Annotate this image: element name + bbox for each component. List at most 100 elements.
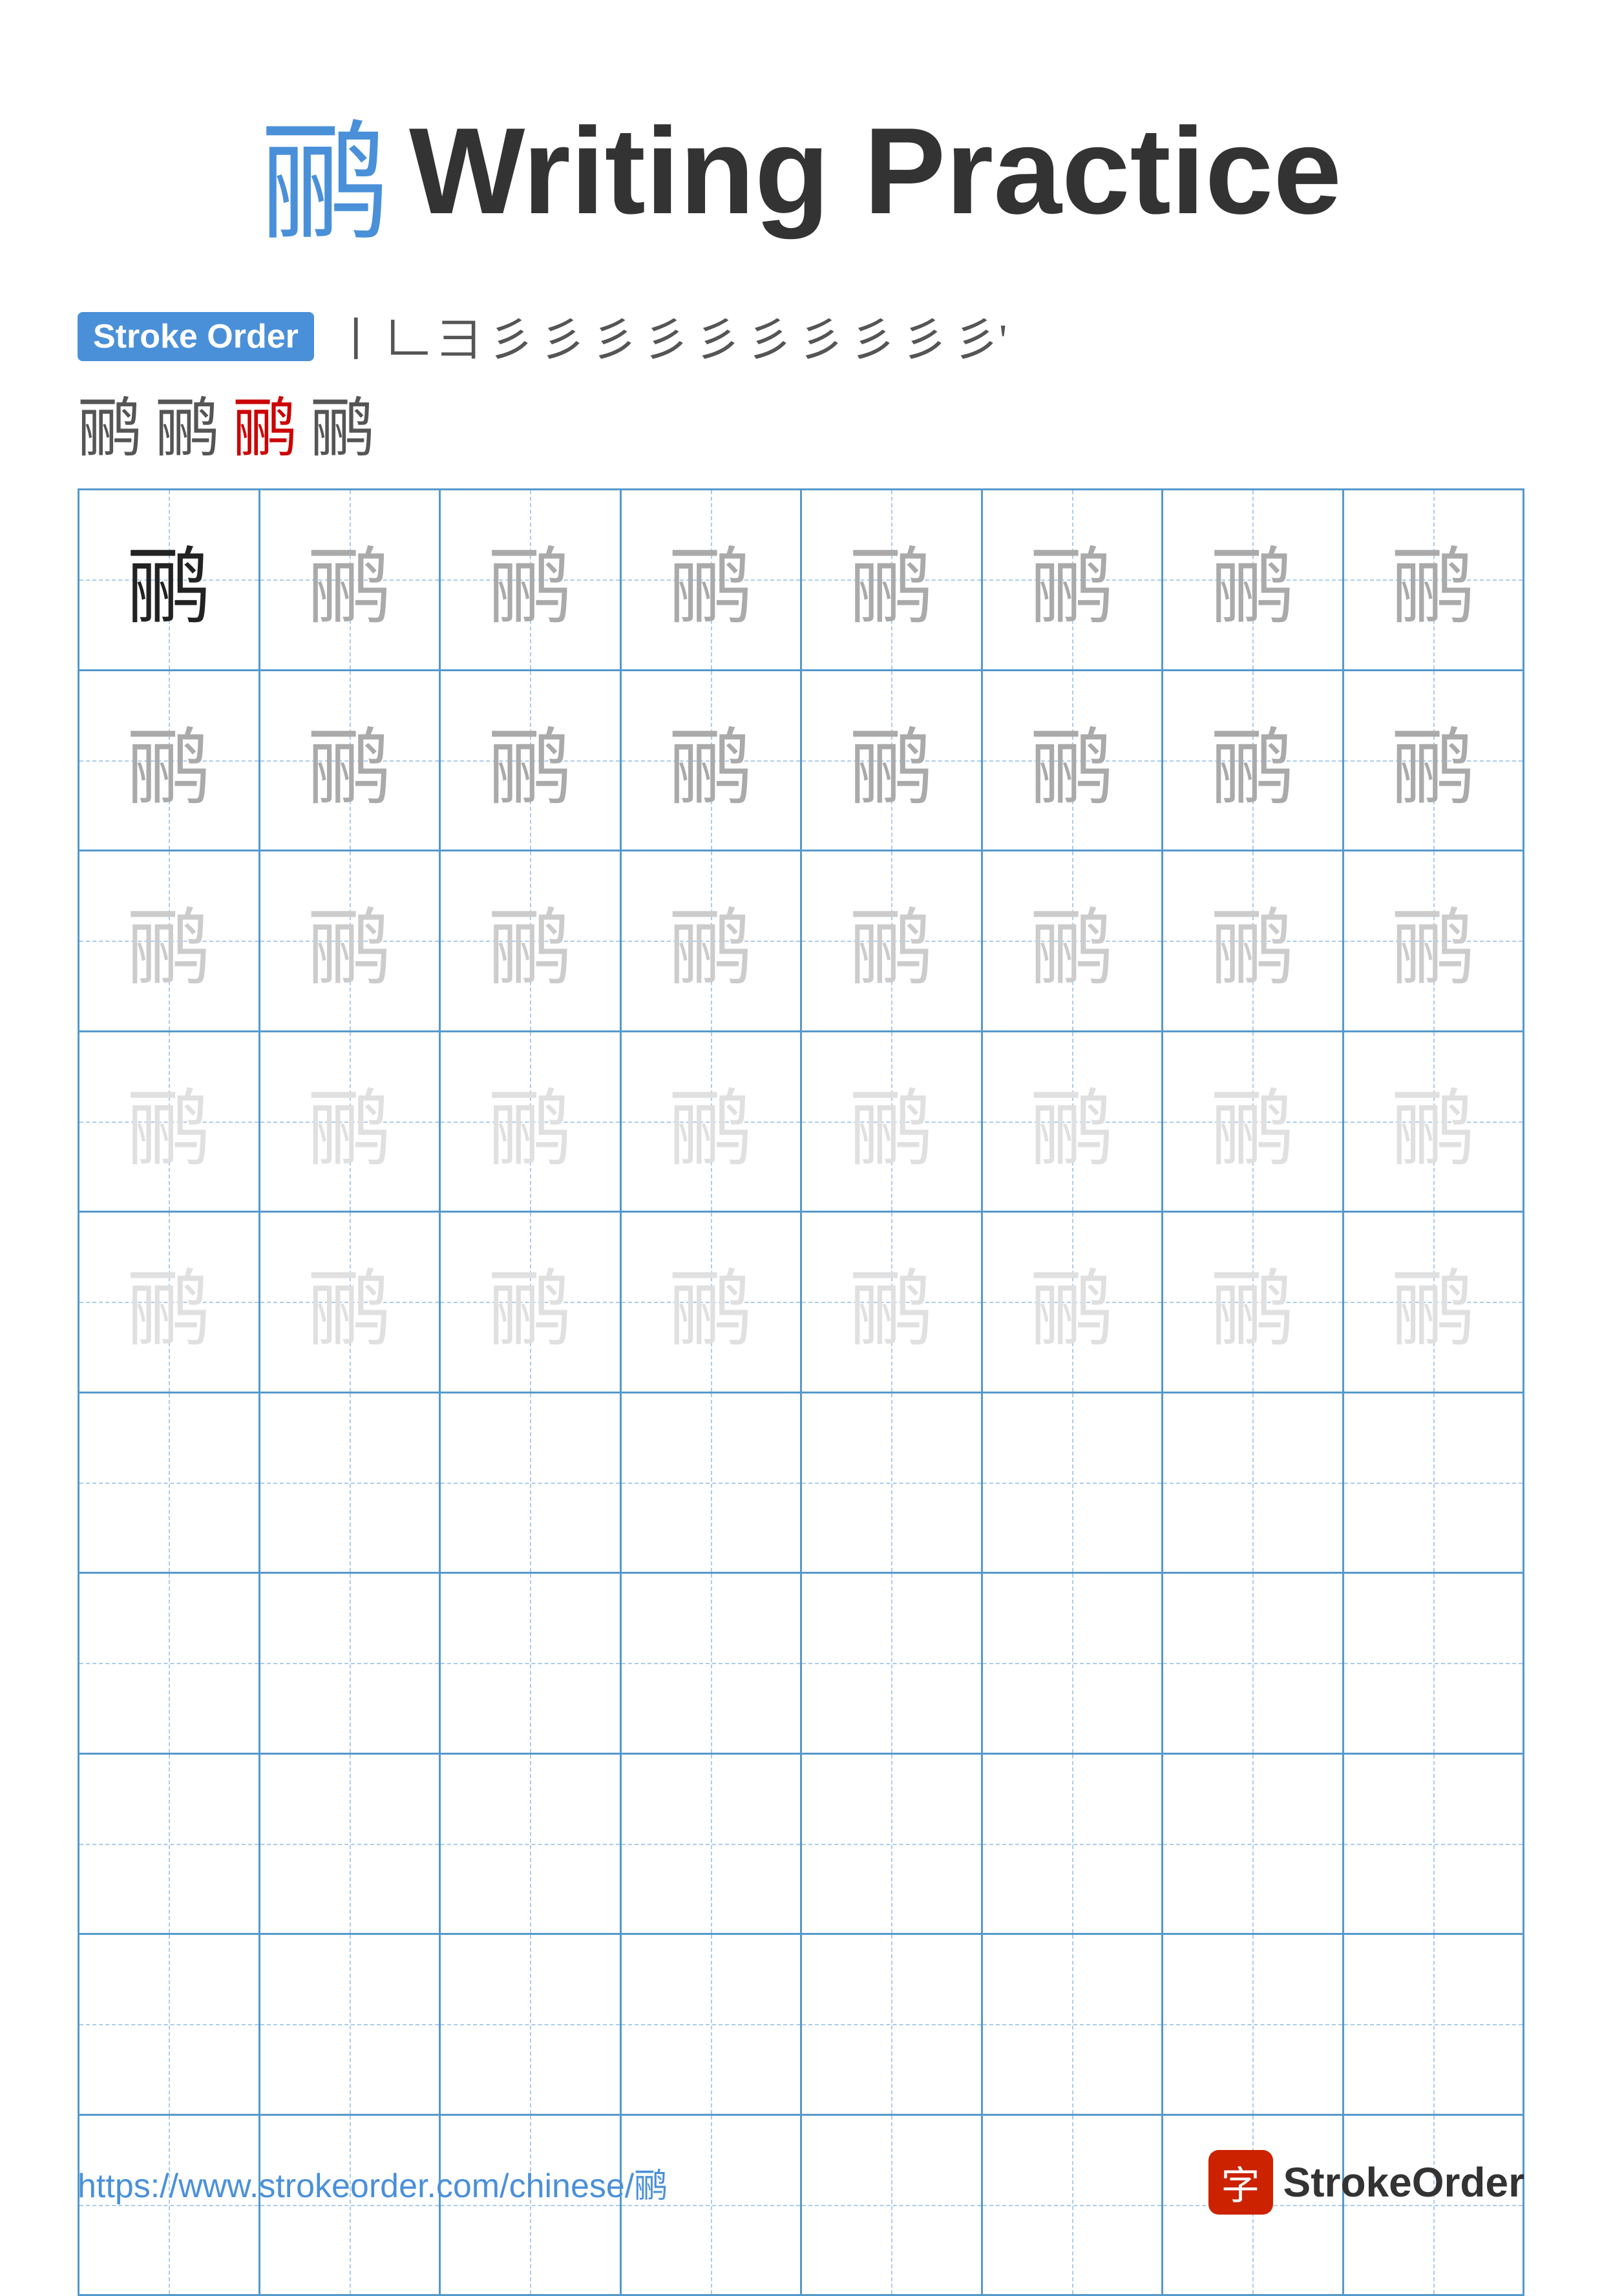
stroke-chars: 丨 𠃊 彐 彡 彡 彡 彡 彡 彡 彡 彡 彡 彡' — [333, 304, 1007, 369]
char-1-1: 鹂 — [127, 519, 211, 640]
char-3-5: 鹂 — [849, 880, 933, 1001]
char-1-7: 鹂 — [1210, 519, 1294, 640]
char-5-7: 鹂 — [1210, 1241, 1294, 1362]
preview-char-2: 鹂 — [155, 375, 220, 469]
cell-8-2[interactable] — [260, 1755, 441, 1936]
cell-8-8[interactable] — [1344, 1755, 1525, 1936]
char-1-2: 鹂 — [308, 519, 392, 640]
grid-row-3: 鹂 鹂 鹂 鹂 鹂 鹂 鹂 鹂 — [79, 851, 1524, 1032]
cell-7-5[interactable] — [802, 1574, 983, 1755]
cell-6-3[interactable] — [441, 1393, 622, 1574]
cell-1-2: 鹂 — [260, 490, 441, 671]
cell-7-6[interactable] — [983, 1574, 1164, 1755]
char-4-4: 鹂 — [669, 1061, 753, 1182]
cell-4-4: 鹂 — [622, 1032, 803, 1213]
cell-5-2: 鹂 — [260, 1213, 441, 1393]
stroke-7: 彡 — [644, 304, 689, 369]
cell-8-3[interactable] — [441, 1755, 622, 1936]
cell-7-4[interactable] — [622, 1574, 803, 1755]
title-section: 鹂 Writing Practice — [260, 78, 1342, 265]
cell-2-6: 鹂 — [983, 671, 1164, 852]
char-2-7: 鹂 — [1210, 700, 1294, 821]
stroke-order-badge: Stroke Order — [78, 312, 314, 361]
cell-2-5: 鹂 — [802, 671, 983, 852]
title-character: 鹂 — [260, 78, 390, 265]
char-5-1: 鹂 — [127, 1241, 211, 1362]
stroke-2: 𠃊 — [385, 304, 430, 369]
cell-3-2: 鹂 — [260, 851, 441, 1032]
footer-url[interactable]: https://www.strokeorder.com/chinese/鹂 — [78, 2158, 668, 2207]
stroke-9: 彡 — [747, 304, 792, 369]
practice-grid: 鹂 鹂 鹂 鹂 鹂 鹂 鹂 鹂 鹂 鹂 鹂 鹂 鹂 鹂 鹂 鹂 鹂 鹂 鹂 鹂 … — [78, 488, 1524, 2296]
cell-5-5: 鹂 — [802, 1213, 983, 1393]
grid-row-5: 鹂 鹂 鹂 鹂 鹂 鹂 鹂 鹂 — [79, 1213, 1524, 1393]
preview-char-1: 鹂 — [78, 375, 142, 469]
cell-8-4[interactable] — [622, 1755, 803, 1936]
cell-7-3[interactable] — [441, 1574, 622, 1755]
cell-1-5: 鹂 — [802, 490, 983, 671]
char-1-8: 鹂 — [1391, 519, 1475, 640]
cell-2-8: 鹂 — [1344, 671, 1525, 852]
char-4-3: 鹂 — [488, 1061, 572, 1182]
cell-4-8: 鹂 — [1344, 1032, 1525, 1213]
cell-8-6[interactable] — [983, 1755, 1164, 1936]
char-5-5: 鹂 — [849, 1241, 933, 1362]
char-1-4: 鹂 — [669, 519, 753, 640]
cell-2-4: 鹂 — [622, 671, 803, 852]
cell-5-4: 鹂 — [622, 1213, 803, 1393]
char-5-3: 鹂 — [488, 1241, 572, 1362]
char-3-3: 鹂 — [488, 880, 572, 1001]
char-4-1: 鹂 — [127, 1061, 211, 1182]
char-1-6: 鹂 — [1030, 519, 1114, 640]
stroke-preview-row: 鹂 鹂 鹂 鹂 — [78, 375, 1524, 469]
cell-7-7[interactable] — [1163, 1574, 1344, 1755]
char-2-3: 鹂 — [488, 700, 572, 821]
cell-6-1[interactable] — [79, 1393, 260, 1574]
cell-9-7[interactable] — [1163, 1935, 1344, 2116]
cell-9-8[interactable] — [1344, 1935, 1525, 2116]
cell-3-8: 鹂 — [1344, 851, 1525, 1032]
cell-9-3[interactable] — [441, 1935, 622, 2116]
cell-9-1[interactable] — [79, 1935, 260, 2116]
cell-6-5[interactable] — [802, 1393, 983, 1574]
cell-2-1: 鹂 — [79, 671, 260, 852]
char-5-2: 鹂 — [308, 1241, 392, 1362]
char-3-6: 鹂 — [1030, 880, 1114, 1001]
char-1-5: 鹂 — [849, 519, 933, 640]
cell-7-2[interactable] — [260, 1574, 441, 1755]
logo-icon: 字 — [1208, 2150, 1273, 2215]
preview-char-4: 鹂 — [310, 375, 375, 469]
cell-6-8[interactable] — [1344, 1393, 1525, 1574]
cell-9-2[interactable] — [260, 1935, 441, 2116]
cell-3-1: 鹂 — [79, 851, 260, 1032]
cell-8-5[interactable] — [802, 1755, 983, 1936]
grid-row-6 — [79, 1393, 1524, 1574]
cell-9-5[interactable] — [802, 1935, 983, 2116]
cell-6-2[interactable] — [260, 1393, 441, 1574]
cell-6-7[interactable] — [1163, 1393, 1344, 1574]
cell-5-8: 鹂 — [1344, 1213, 1525, 1393]
stroke-11: 彡 — [850, 304, 896, 369]
cell-4-5: 鹂 — [802, 1032, 983, 1213]
char-4-2: 鹂 — [308, 1061, 392, 1182]
cell-8-7[interactable] — [1163, 1755, 1344, 1936]
cell-4-3: 鹂 — [441, 1032, 622, 1213]
cell-7-8[interactable] — [1344, 1574, 1525, 1755]
cell-2-7: 鹂 — [1163, 671, 1344, 852]
cell-9-6[interactable] — [983, 1935, 1164, 2116]
char-3-8: 鹂 — [1391, 880, 1475, 1001]
char-3-7: 鹂 — [1210, 880, 1294, 1001]
cell-7-1[interactable] — [79, 1574, 260, 1755]
stroke-13: 彡' — [954, 304, 1007, 369]
cell-3-3: 鹂 — [441, 851, 622, 1032]
cell-6-6[interactable] — [983, 1393, 1164, 1574]
cell-9-4[interactable] — [622, 1935, 803, 2116]
cell-1-7: 鹂 — [1163, 490, 1344, 671]
char-4-5: 鹂 — [849, 1061, 933, 1182]
cell-6-4[interactable] — [622, 1393, 803, 1574]
cell-2-2: 鹂 — [260, 671, 441, 852]
cell-1-4: 鹂 — [622, 490, 803, 671]
cell-8-1[interactable] — [79, 1755, 260, 1936]
char-2-4: 鹂 — [669, 700, 753, 821]
char-5-8: 鹂 — [1391, 1241, 1475, 1362]
